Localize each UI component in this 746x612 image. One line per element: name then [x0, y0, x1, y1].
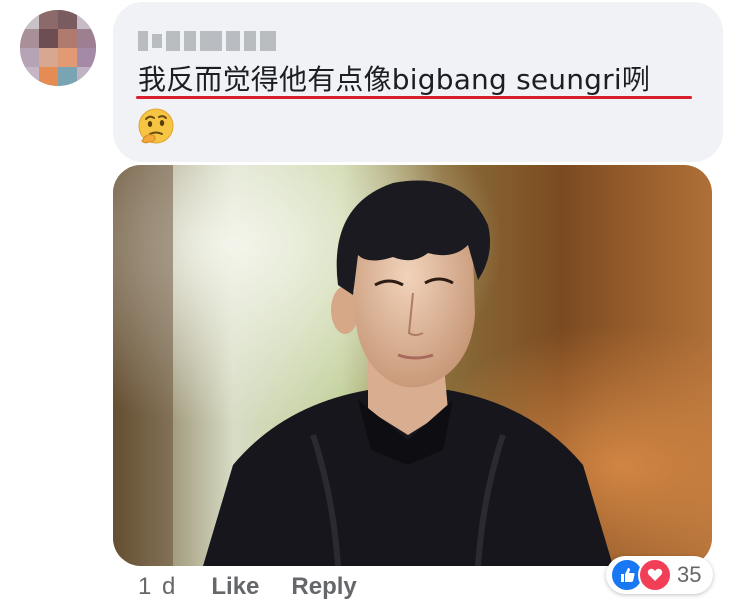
reactions-summary[interactable]: 35 — [606, 556, 714, 594]
like-button[interactable]: Like — [211, 573, 259, 601]
author-name-redacted[interactable] — [138, 28, 276, 54]
comment-text: 我反而觉得他有点像bigbang seungri咧 — [138, 63, 651, 96]
reaction-count: 35 — [677, 562, 702, 587]
avatar[interactable] — [20, 10, 96, 86]
attached-photo[interactable] — [113, 165, 712, 566]
facebook-comment: 我反而觉得他有点像bigbang seungri咧 1 d Like Reply… — [0, 0, 746, 612]
thinking-face-icon — [138, 108, 174, 144]
red-underline-annotation — [136, 96, 692, 99]
love-icon — [638, 558, 672, 592]
timestamp[interactable]: 1 d — [138, 573, 177, 601]
comment-bubble: 我反而觉得他有点像bigbang seungri咧 — [113, 2, 723, 162]
comment-actions: 1 d Like Reply — [138, 570, 389, 604]
reply-button[interactable]: Reply — [291, 573, 356, 601]
